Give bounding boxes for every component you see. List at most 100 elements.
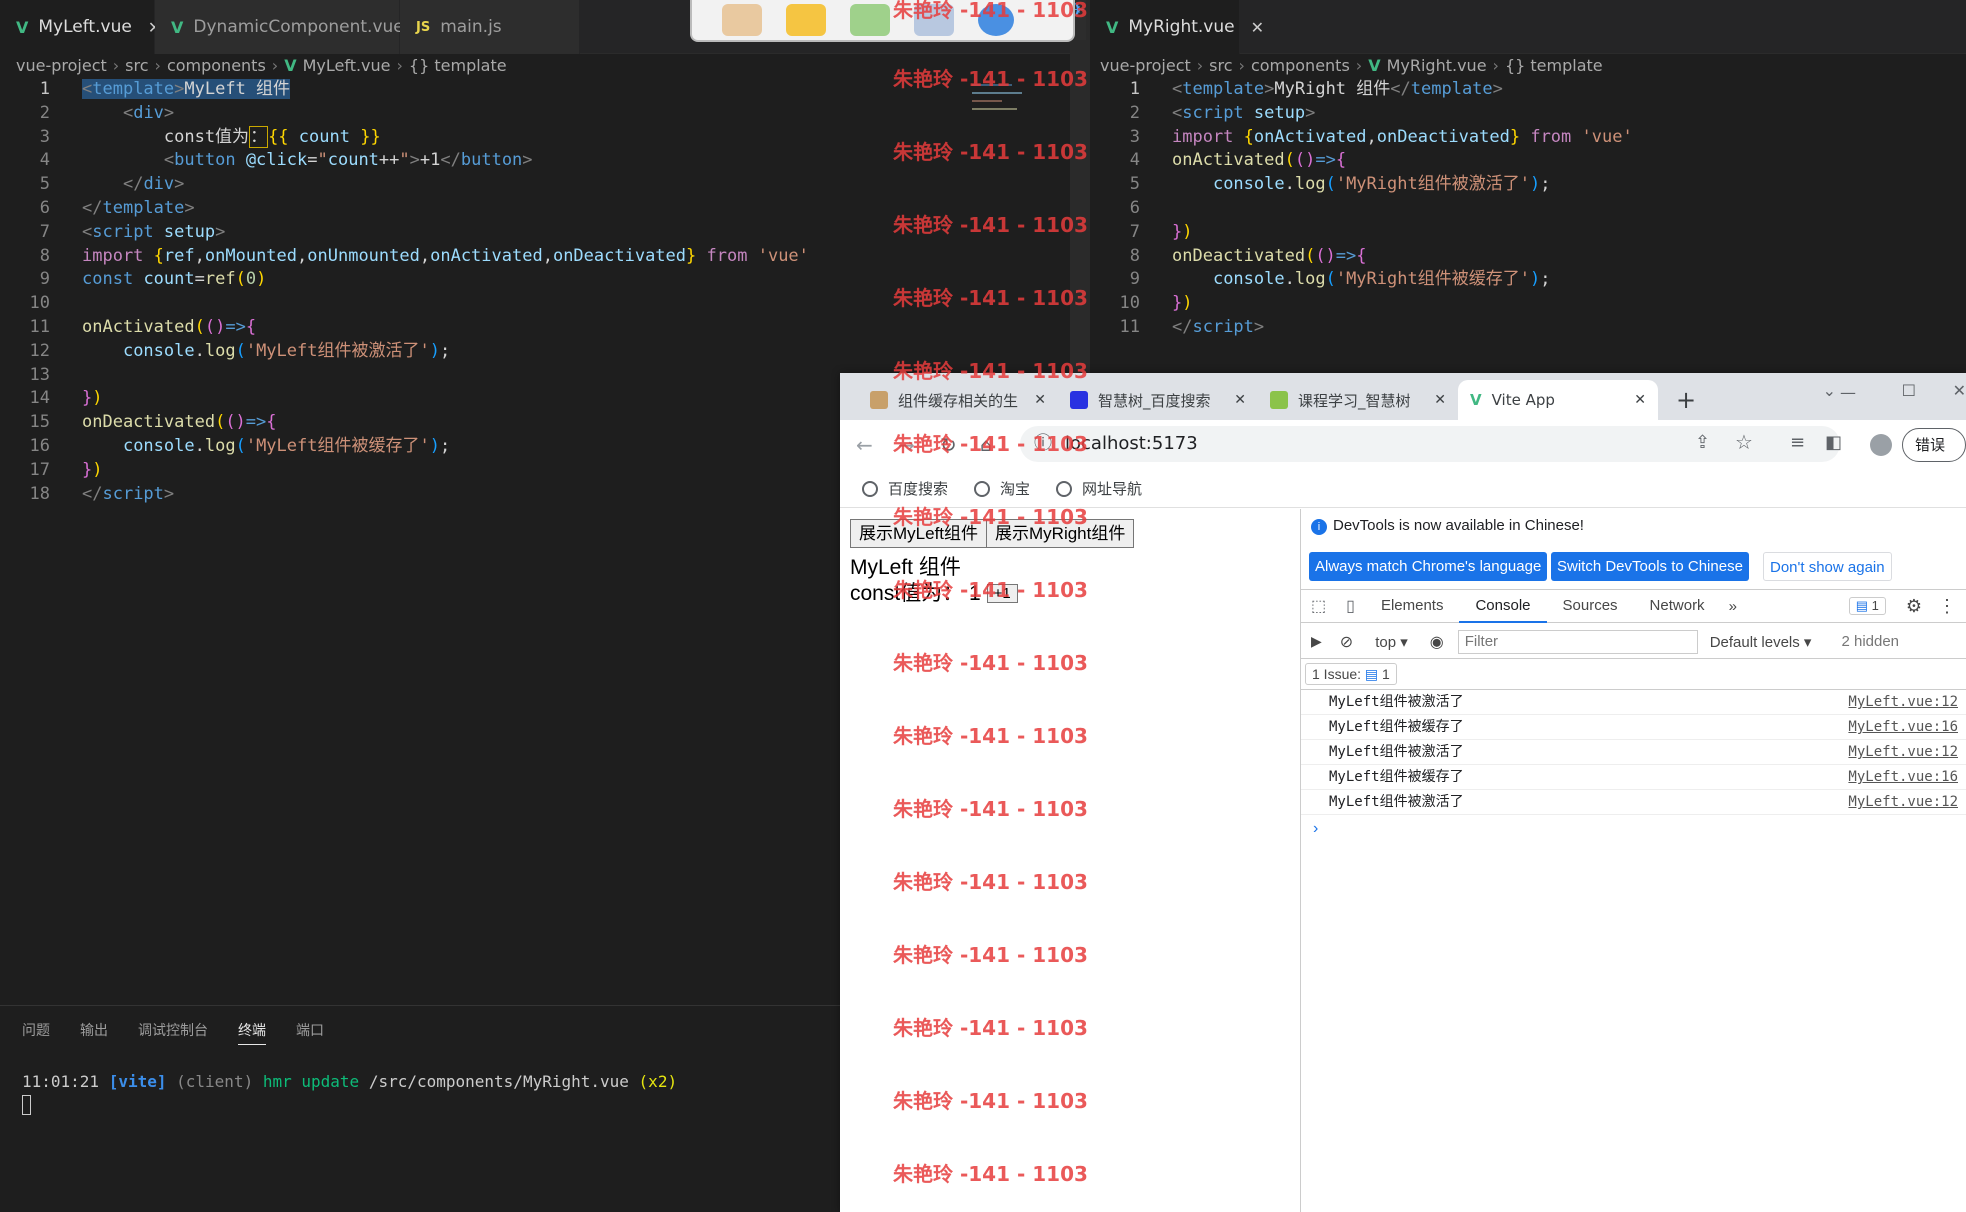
breadcrumb-item[interactable]: src — [1209, 56, 1232, 75]
close-icon[interactable]: ✕ — [1034, 392, 1046, 408]
back-icon[interactable]: ← — [856, 433, 873, 457]
device-toolbar-icon[interactable]: ▯ — [1336, 596, 1365, 616]
console-prompt-icon[interactable]: › — [1313, 820, 1318, 838]
line-number: 15 — [29, 412, 50, 433]
breadcrumb-item[interactable]: vue-project — [16, 56, 107, 75]
log-row: MyLeft组件被激活了 MyLeft.vue:12 — [1301, 790, 1966, 815]
panel-tab-output[interactable]: 输出 — [80, 1020, 108, 1045]
comment-icon[interactable] — [786, 4, 826, 36]
panel-tab-problems[interactable]: 问题 — [22, 1020, 50, 1045]
log-source-link[interactable]: MyLeft.vue:12 — [1848, 790, 1958, 815]
close-icon[interactable]: ✕ — [1634, 392, 1646, 408]
clear-console-icon[interactable]: ⊘ — [1340, 632, 1353, 652]
breadcrumb-item[interactable]: components — [1251, 56, 1350, 75]
breadcrumb-item[interactable]: MyLeft.vue — [303, 56, 391, 75]
log-row: MyLeft组件被缓存了 MyLeft.vue:16 — [1301, 765, 1966, 790]
devtools-banner: i DevTools is now available in Chinese! — [1311, 517, 1584, 535]
line-number: 1 — [39, 79, 50, 99]
line-number: 7 — [1129, 221, 1140, 242]
browser-tab[interactable]: 课程学习_智慧树 ✕ — [1258, 380, 1458, 420]
new-tab-button[interactable]: + — [1658, 380, 1714, 420]
breadcrumb-item[interactable]: {} template — [1505, 56, 1603, 75]
tab-myleft[interactable]: VMyLeft.vue✕ — [0, 0, 161, 54]
close-icon[interactable]: ✕ — [1234, 392, 1246, 408]
breadcrumb-item[interactable]: MyRight.vue — [1387, 56, 1487, 75]
close-icon[interactable]: ✕ — [1434, 392, 1446, 408]
terminal-client: (client) — [176, 1072, 254, 1091]
line-number: 10 — [29, 293, 50, 314]
log-source-link[interactable]: MyLeft.vue:16 — [1848, 765, 1958, 790]
line-number: 2 — [39, 102, 50, 123]
log-source-link[interactable]: MyLeft.vue:12 — [1848, 690, 1958, 715]
minimize-icon[interactable]: — — [1840, 383, 1856, 402]
tab-elements[interactable]: Elements — [1365, 589, 1460, 623]
browser-tab[interactable]: 智慧树_百度搜索 ✕ — [1058, 380, 1258, 420]
log-levels-dropdown[interactable]: Default levels ▾ — [1710, 633, 1812, 651]
line-number: 11 — [29, 316, 50, 337]
tab-search-icon[interactable]: ⌄ — [1823, 381, 1836, 400]
tab-console[interactable]: Console — [1459, 589, 1547, 623]
breadcrumb-item[interactable]: vue-project — [1100, 56, 1191, 75]
error-button[interactable]: 错误 — [1902, 428, 1966, 462]
hand-icon[interactable] — [722, 4, 762, 36]
browser-tab[interactable]: 组件缓存相关的生 ✕ — [858, 380, 1058, 420]
panel-tab-ports[interactable]: 端口 — [296, 1020, 324, 1045]
vue-icon: V — [1470, 391, 1482, 409]
log-row: MyLeft组件被激活了 MyLeft.vue:12 — [1301, 740, 1966, 765]
maximize-icon[interactable]: ☐ — [1902, 381, 1916, 400]
zhihuishu-icon — [1270, 391, 1288, 409]
tab-mainjs[interactable]: JS main.js — [400, 0, 580, 54]
terminal[interactable]: 11:01:21 [vite] (client) hmr update /src… — [0, 1059, 840, 1127]
issues-link[interactable]: 1 Issue: ▤ 1 — [1305, 663, 1397, 685]
avatar[interactable] — [1870, 434, 1892, 456]
close-window-icon[interactable]: ✕ — [1953, 381, 1966, 400]
export-icon[interactable] — [850, 4, 890, 36]
tab-sources[interactable]: Sources — [1547, 589, 1634, 623]
bookmark-item[interactable]: 淘宝 — [974, 478, 1030, 499]
watermark: 朱艳玲 -141 - 1103 — [893, 140, 1088, 164]
watermark: 朱艳玲 -141 - 1103 — [893, 724, 1088, 748]
star-icon[interactable]: ☆ — [1735, 430, 1753, 454]
panel-tab-terminal[interactable]: 终端 — [238, 1020, 266, 1045]
sidebar-toggle-icon[interactable]: ▶ — [1311, 633, 1322, 650]
tab-myright[interactable]: V MyRight.vue ✕ — [1090, 0, 1264, 54]
reading-list-icon[interactable]: ≡ — [1790, 432, 1805, 453]
breadcrumb-item[interactable]: {} template — [409, 56, 507, 75]
log-row: MyLeft组件被激活了 MyLeft.vue:12 — [1301, 690, 1966, 715]
watermark: 朱艳玲 -141 - 1103 — [893, 943, 1088, 967]
tab-network[interactable]: Network — [1634, 589, 1721, 623]
more-tabs-icon[interactable]: » — [1721, 598, 1745, 615]
breadcrumb-item[interactable]: components — [167, 56, 266, 75]
side-panel-icon[interactable]: ◧ — [1825, 432, 1842, 453]
vue-icon: V — [1106, 17, 1119, 37]
dont-show-again-button[interactable]: Don't show again — [1763, 552, 1892, 581]
filter-input[interactable]: Filter — [1457, 629, 1698, 654]
match-language-button[interactable]: Always match Chrome's language — [1309, 552, 1548, 581]
issues-counter[interactable]: ▤ 1 — [1848, 597, 1886, 615]
settings-gear-icon[interactable]: ⚙ — [1906, 596, 1922, 617]
breadcrumb: vue-project › src › components › V MyRight.v… — [1100, 55, 1603, 75]
switch-chinese-button[interactable]: Switch DevTools to Chinese — [1551, 552, 1749, 581]
eye-icon[interactable]: ◉ — [1430, 632, 1444, 652]
watermark: 朱艳玲 -141 - 1103 — [893, 1162, 1088, 1186]
share-icon[interactable]: ⇪ — [1695, 432, 1710, 453]
code-area[interactable]: 1 <template>MyRight 组件</template> 2 <scrip… — [1090, 78, 1966, 340]
log-source-link[interactable]: MyLeft.vue:16 — [1848, 715, 1958, 740]
panel-tabs: 问题 输出 调试控制台 终端 端口 — [0, 1006, 840, 1059]
bookmark-item[interactable]: 百度搜索 — [862, 478, 948, 499]
more-options-icon[interactable]: ⋮ — [1938, 596, 1956, 617]
log-source-link[interactable]: MyLeft.vue:12 — [1848, 740, 1958, 765]
panel-tab-debug-console[interactable]: 调试控制台 — [138, 1020, 208, 1045]
page-favicon-icon — [870, 391, 888, 409]
breadcrumb-item[interactable]: src — [125, 56, 148, 75]
address-bar[interactable]: ⓘ localhost:5173 — [1020, 426, 1840, 462]
line-number: 2 — [1129, 102, 1140, 123]
bookmark-item[interactable]: 网址导航 — [1056, 478, 1142, 499]
line-number: 5 — [39, 174, 50, 195]
browser-tab-active[interactable]: V Vite App ✕ — [1458, 380, 1658, 420]
close-icon[interactable]: ✕ — [1251, 18, 1264, 37]
context-selector[interactable]: top ▾ — [1375, 633, 1408, 651]
terminal-count: (x2) — [638, 1072, 678, 1091]
tab-dynamiccomponent[interactable]: V DynamicComponent.vue — [155, 0, 404, 54]
inspect-icon[interactable]: ⬚ — [1301, 596, 1336, 616]
